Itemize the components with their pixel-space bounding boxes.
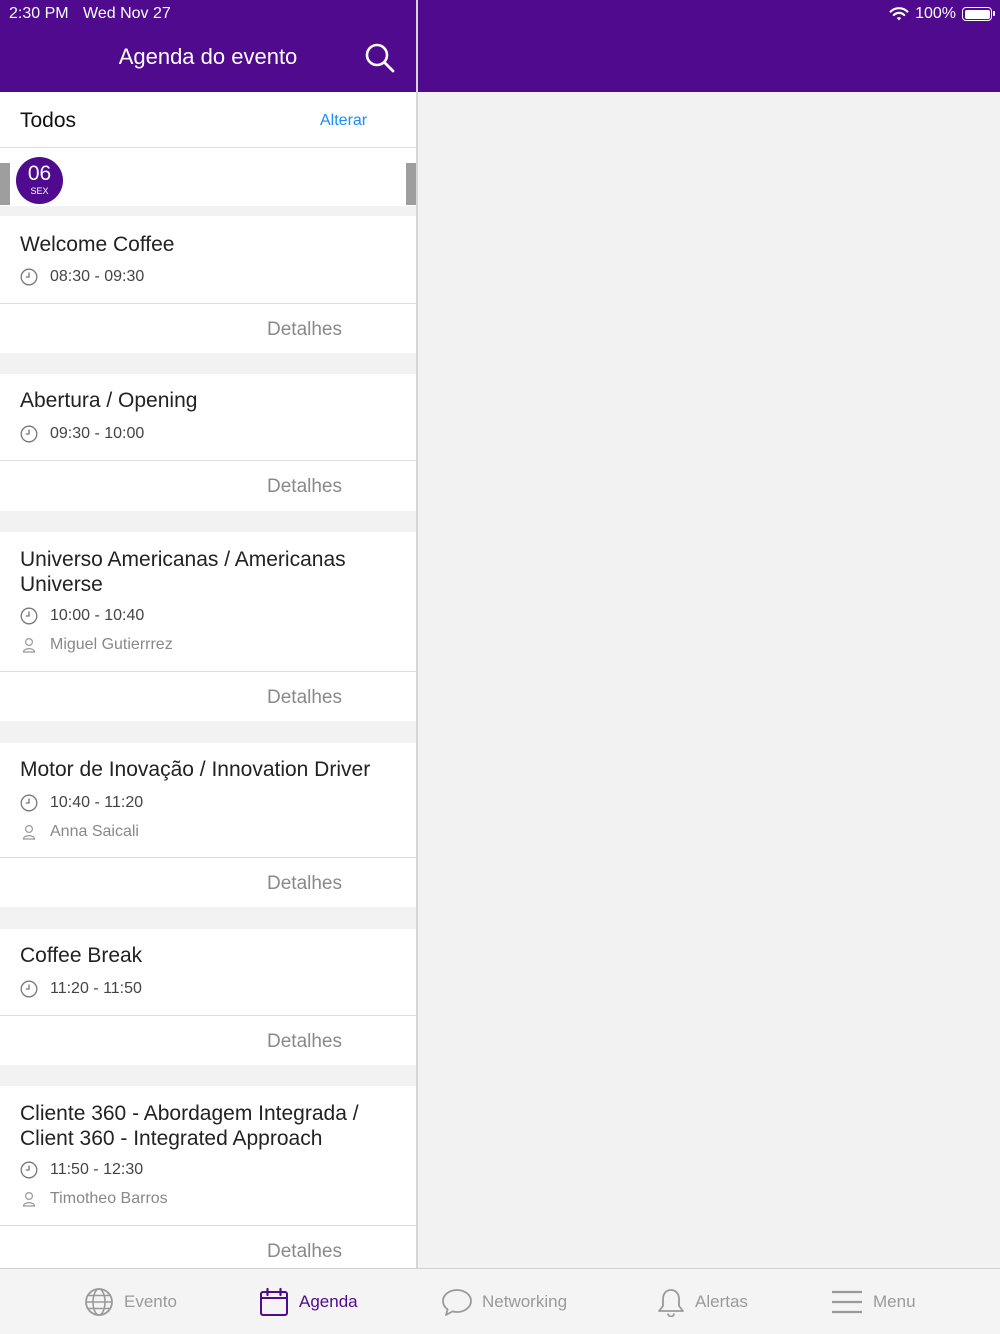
- session-time-text: 11:20 - 11:50: [50, 980, 142, 997]
- session-title: Welcome Coffee: [20, 233, 175, 256]
- details-button[interactable]: Detalhes: [267, 1241, 342, 1263]
- tab-label: Agenda: [299, 1292, 358, 1311]
- session-speaker: Miguel Gutierrrez: [20, 636, 173, 654]
- clock-icon: [20, 980, 38, 998]
- date-scroll-right[interactable]: [406, 163, 416, 205]
- filter-row: Todos Alterar: [0, 92, 416, 148]
- status-right: 100%: [889, 5, 995, 23]
- date-selector: 06 SEX: [0, 148, 416, 206]
- speaker-name: Miguel Gutierrrez: [50, 636, 173, 653]
- session-time: 10:00 - 10:40: [20, 607, 144, 625]
- agenda-list-pane: Todos Alterar 06 SEX Welcome Coffee 08:3…: [0, 92, 416, 1268]
- card-separator: [0, 460, 416, 461]
- tab-label: Menu: [873, 1292, 916, 1311]
- session-card[interactable]: Motor de Inovação / Innovation Driver 10…: [0, 743, 416, 907]
- session-speaker: Timotheo Barros: [20, 1190, 168, 1208]
- details-button[interactable]: Detalhes: [267, 687, 342, 709]
- tab-label: Alertas: [695, 1292, 748, 1311]
- session-card[interactable]: Welcome Coffee 08:30 - 09:30 Detalhes: [0, 216, 416, 353]
- calendar-icon: [260, 1287, 288, 1316]
- split-divider: [416, 0, 418, 1268]
- clock-icon: [20, 425, 38, 443]
- session-time: 11:50 - 12:30: [20, 1161, 143, 1179]
- tab-networking[interactable]: Networking: [442, 1269, 567, 1334]
- session-card[interactable]: Cliente 360 - Abordagem Integrada / Clie…: [0, 1086, 416, 1268]
- search-button[interactable]: [362, 40, 398, 76]
- session-title: Motor de Inovação / Innovation Driver: [20, 758, 371, 781]
- session-time-text: 08:30 - 09:30: [50, 268, 145, 285]
- filter-label: Todos: [20, 109, 77, 132]
- person-icon: [22, 1191, 36, 1207]
- tab-label: Evento: [124, 1292, 177, 1311]
- session-title: Coffee Break: [20, 944, 143, 967]
- details-button[interactable]: Detalhes: [267, 1031, 342, 1053]
- wifi-icon: [889, 7, 909, 21]
- menu-icon: [832, 1290, 862, 1314]
- tab-label: Networking: [482, 1292, 568, 1311]
- card-separator: [0, 857, 416, 858]
- session-time: 09:30 - 10:00: [20, 425, 144, 443]
- session-time-text: 10:40 - 11:20: [50, 794, 144, 811]
- battery-percent: 100%: [915, 5, 956, 22]
- date-weekday: SEX: [30, 186, 49, 196]
- session-title: Abertura / Opening: [20, 389, 198, 412]
- details-button[interactable]: Detalhes: [267, 319, 342, 341]
- session-title: Universo Americanas / Americanas Univers…: [20, 548, 346, 596]
- date-scroll-left[interactable]: [0, 163, 10, 205]
- date-chip-selected[interactable]: 06 SEX: [16, 157, 63, 204]
- clock-icon: [20, 1161, 38, 1179]
- session-card[interactable]: Universo Americanas / Americanas Univers…: [0, 532, 416, 721]
- clock-icon: [20, 794, 38, 812]
- session-card[interactable]: Coffee Break 11:20 - 11:50 Detalhes: [0, 929, 416, 1065]
- card-separator: [0, 1015, 416, 1016]
- session-time-text: 09:30 - 10:00: [50, 425, 145, 442]
- status-date: Wed Nov 27: [83, 5, 171, 22]
- clock-icon: [20, 607, 38, 625]
- tab-agenda[interactable]: Agenda: [259, 1269, 358, 1334]
- bell-icon: [658, 1289, 684, 1317]
- speaker-name: Anna Saicali: [50, 823, 139, 840]
- globe-icon: [85, 1288, 113, 1316]
- details-button[interactable]: Detalhes: [267, 476, 342, 498]
- details-button[interactable]: Detalhes: [267, 873, 342, 895]
- status-left: 2:30 PM Wed Nov 27: [9, 5, 181, 23]
- session-card[interactable]: Abertura / Opening 09:30 - 10:00 Detalhe…: [0, 374, 416, 511]
- session-time-text: 10:00 - 10:40: [50, 607, 145, 624]
- session-title: Cliente 360 - Abordagem Integrada / Clie…: [20, 1102, 359, 1150]
- tab-evento[interactable]: Evento: [84, 1269, 177, 1334]
- tab-alertas[interactable]: Alertas: [657, 1269, 748, 1334]
- card-separator: [0, 303, 416, 304]
- speaker-name: Timotheo Barros: [50, 1190, 168, 1207]
- person-icon: [22, 824, 36, 840]
- session-time: 08:30 - 09:30: [20, 268, 144, 286]
- tab-menu[interactable]: Menu: [831, 1269, 916, 1334]
- clock-icon: [20, 268, 38, 286]
- session-time: 10:40 - 11:20: [20, 794, 143, 812]
- session-speaker: Anna Saicali: [20, 823, 139, 841]
- change-filter-link[interactable]: Alterar: [320, 112, 367, 130]
- card-separator: [0, 671, 416, 672]
- top-bar: 2:30 PM Wed Nov 27 100% Agenda do evento: [0, 0, 1000, 92]
- date-day: 06: [27, 162, 52, 185]
- battery-icon: [962, 7, 995, 21]
- search-icon: [365, 43, 395, 73]
- page-title: Agenda do evento: [118, 44, 298, 69]
- session-time: 11:20 - 11:50: [20, 980, 142, 998]
- status-bar: 2:30 PM Wed Nov 27 100%: [0, 0, 1000, 28]
- person-icon: [22, 637, 36, 653]
- card-separator: [0, 1225, 416, 1226]
- status-time: 2:30 PM: [9, 5, 69, 22]
- tab-bar: Evento Agenda Networking Alertas Menu: [0, 1268, 1000, 1334]
- session-time-text: 11:50 - 12:30: [50, 1161, 144, 1178]
- chat-bubble-icon: [442, 1289, 472, 1316]
